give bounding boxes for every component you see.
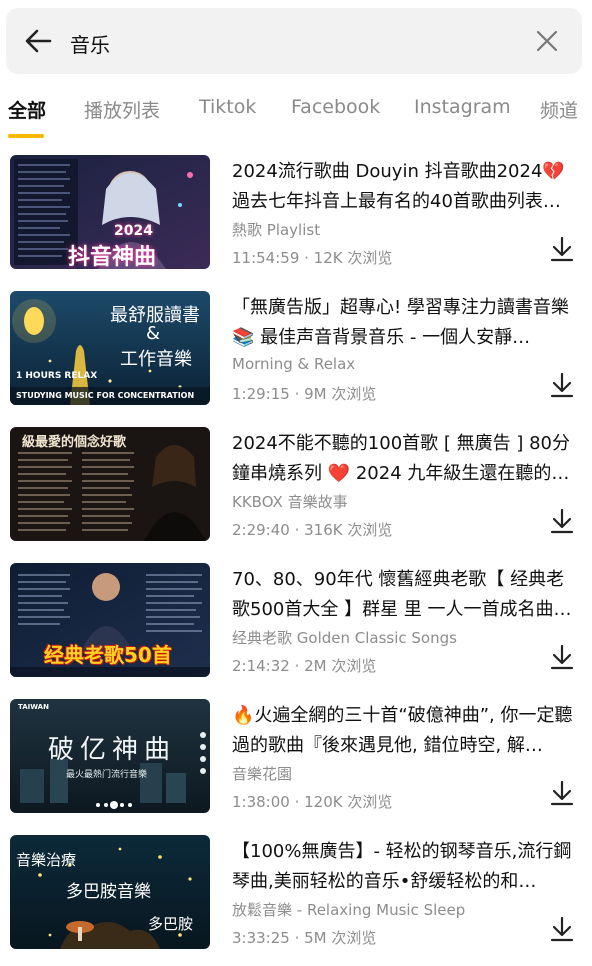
video-thumbnail[interactable]: 音樂治療 多巴胺音樂 多巴胺	[10, 835, 210, 949]
video-meta: 2:14:32 · 2M 次浏览	[232, 657, 377, 675]
video-result[interactable]: TAIWAN 破亿神曲 最火最熱门流行音樂 🔥火遍全網的三十首“破億神曲”, 你…	[0, 699, 592, 819]
download-icon[interactable]	[548, 371, 576, 399]
video-result[interactable]: 級最愛的個念好歌 2024不能不聽的100首歌 [ 無廣告 ] 80分鐘串燒系列…	[0, 427, 592, 547]
download-icon[interactable]	[548, 235, 576, 263]
thumbnail-caption-amp: &	[146, 323, 161, 344]
channel-name[interactable]: 放鬆音樂 - Relaxing Music Sleep	[232, 899, 465, 920]
thumbnail-caption-small: STUDYING MUSIC FOR CONCENTRATION	[16, 391, 195, 400]
search-bar[interactable]: 音乐	[6, 8, 582, 74]
video-thumbnail[interactable]: 最舒服讀書 & 工作音樂 1 HOURS RELAX STUDYING MUSI…	[10, 291, 210, 405]
video-title[interactable]: 2024不能不聽的100首歌 [ 無廣告 ] 80分鐘串燒系列 ❤️ 2024 …	[232, 429, 576, 489]
download-icon[interactable]	[548, 915, 576, 943]
video-thumbnail[interactable]: 級最愛的個念好歌	[10, 427, 210, 541]
tab-instagram[interactable]: Instagram	[414, 96, 511, 118]
active-tab-indicator	[8, 134, 44, 138]
channel-name[interactable]: KKBOX 音樂故事	[232, 491, 348, 512]
video-title[interactable]: 「無廣告版」超專心! 學習專注力讀書音樂 📚 最佳声音背景音乐 - 一個人安靜…	[232, 293, 576, 353]
thumbnail-caption-small: 最火最熱门流行音樂	[66, 770, 148, 780]
video-title[interactable]: 【100%無廣告】- 轻松的钢琴音乐,流行鋼琴曲,美丽轻松的音乐•舒缓轻松的和…	[232, 837, 576, 897]
video-meta: 11:54:59 · 12K 次浏览	[232, 249, 393, 267]
video-meta: 1:38:00 · 120K 次浏览	[232, 793, 393, 811]
download-icon[interactable]	[548, 779, 576, 807]
close-icon[interactable]	[534, 28, 560, 54]
thumbnail-caption-year: 2024	[114, 223, 153, 239]
channel-name[interactable]: 音樂花園	[232, 763, 292, 784]
tab-playlists[interactable]: 播放列表	[84, 96, 160, 123]
video-thumbnail[interactable]: TAIWAN 破亿神曲 最火最熱门流行音樂	[10, 699, 210, 813]
thumbnail-caption: 級最愛的個念好歌	[22, 435, 127, 450]
video-result[interactable]: 最舒服讀書 & 工作音樂 1 HOURS RELAX STUDYING MUSI…	[0, 291, 592, 411]
channel-name[interactable]: 经典老歌 Golden Classic Songs	[232, 627, 457, 648]
thumbnail-caption: 多巴胺	[148, 915, 194, 933]
search-input[interactable]: 音乐	[70, 29, 110, 58]
video-thumbnail[interactable]: 经典老歌50首	[10, 563, 210, 677]
tab-all[interactable]: 全部	[8, 96, 46, 123]
video-result[interactable]: 音樂治療 多巴胺音樂 多巴胺 【100%無廣告】- 轻松的钢琴音乐,流行鋼琴曲,…	[0, 835, 592, 955]
tab-channels[interactable]: 频道	[540, 96, 578, 123]
arrow-left-icon[interactable]	[24, 28, 52, 54]
thumbnail-caption: 抖音神曲	[68, 245, 157, 269]
thumbnail-caption-small: 1 HOURS RELAX	[16, 371, 98, 381]
video-meta: 1:29:15 · 9M 次浏览	[232, 385, 377, 403]
video-title[interactable]: 70、80、90年代 懷舊經典老歌【 经典老歌500首大全 】群星 里 一人一首…	[232, 565, 576, 625]
video-thumbnail[interactable]: 2024 抖音神曲	[10, 155, 210, 269]
download-icon[interactable]	[548, 643, 576, 671]
tab-tiktok[interactable]: Tiktok	[199, 96, 256, 118]
tab-facebook[interactable]: Facebook	[291, 96, 380, 118]
thumbnail-caption-small: TAIWAN	[18, 703, 49, 711]
download-icon[interactable]	[548, 507, 576, 535]
video-result[interactable]: 经典老歌50首 70、80、90年代 懷舊經典老歌【 经典老歌500首大全 】群…	[0, 563, 592, 683]
channel-name[interactable]: Morning & Relax	[232, 355, 355, 373]
video-title[interactable]: 2024流行歌曲 Douyin 抖音歌曲2024💔 過去七年抖音上最有名的40首…	[232, 157, 576, 217]
channel-name[interactable]: 熱歌 Playlist	[232, 219, 320, 240]
thumbnail-caption: 工作音樂	[120, 349, 192, 370]
thumbnail-caption: 经典老歌50首	[44, 643, 172, 667]
video-title[interactable]: 🔥火遍全網的三十首“破億神曲”, 你一定聽過的歌曲『後來遇見他, 錯位時空, 解…	[232, 701, 576, 761]
video-meta: 2:29:40 · 316K 次浏览	[232, 521, 393, 539]
thumbnail-caption: 多巴胺音樂	[66, 882, 151, 902]
video-result[interactable]: 2024 抖音神曲 2024流行歌曲 Douyin 抖音歌曲2024💔 過去七年…	[0, 155, 592, 275]
thumbnail-caption: 音樂治療	[16, 851, 77, 869]
thumbnail-caption: 破亿神曲	[48, 735, 177, 765]
filter-tabs: 全部 播放列表 Tiktok Facebook Instagram 频道	[0, 96, 592, 144]
video-meta: 3:33:25 · 5M 次浏览	[232, 929, 377, 947]
